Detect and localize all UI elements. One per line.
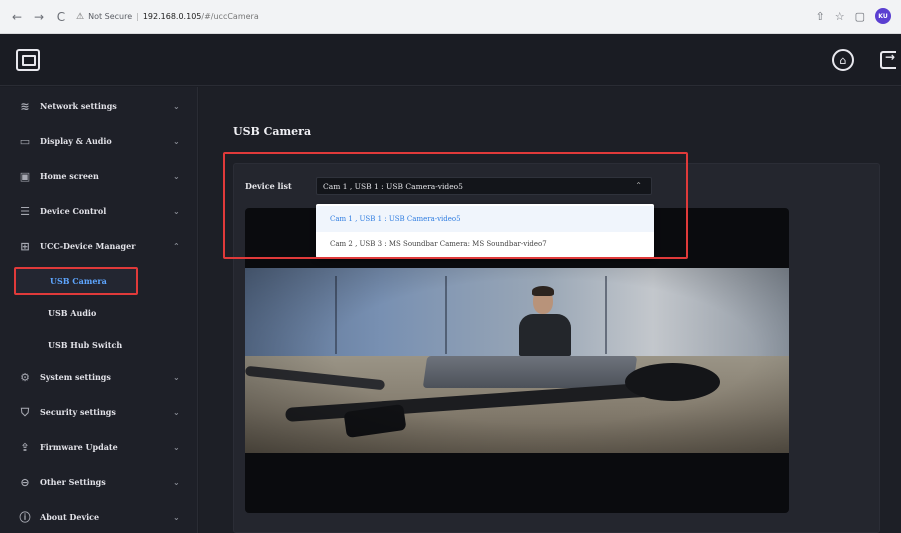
home-screen-icon: ▣ bbox=[19, 169, 31, 183]
sliders-icon: ☰ bbox=[20, 204, 30, 218]
sidebar-item-display-audio[interactable]: ▭ Display & Audio ⌄ bbox=[0, 124, 198, 158]
sidebar-item-firmware-update[interactable]: ⇪ Firmware Update ⌄ bbox=[0, 430, 198, 464]
sidebar-item-ucc-device-manager[interactable]: ⊞ UCC-Device Manager ⌃ bbox=[0, 229, 198, 263]
sidebar-item-system-settings[interactable]: ⚙ System settings ⌄ bbox=[0, 360, 198, 394]
camera-preview-image bbox=[245, 268, 789, 453]
shield-icon: ⛉ bbox=[20, 405, 30, 419]
sidebar-subitem-usb-audio[interactable]: USB Audio bbox=[14, 299, 138, 327]
warning-icon: ⚠ bbox=[76, 11, 85, 22]
gear-icon: ⚙ bbox=[20, 370, 30, 384]
sidebar-item-label: System settings bbox=[40, 372, 111, 382]
app-header: ⌂ bbox=[0, 34, 901, 86]
address-path: /#/uccCamera bbox=[201, 12, 259, 21]
chevron-down-icon: ⌄ bbox=[173, 206, 180, 216]
chevron-down-icon: ⌄ bbox=[173, 407, 180, 417]
chevron-down-icon: ⌄ bbox=[173, 171, 180, 181]
chevron-down-icon: ⌄ bbox=[173, 136, 180, 146]
sidebar: ≋ Network settings ⌄ ▭ Display & Audio ⌄… bbox=[0, 87, 198, 533]
sidebar-item-label: UCC-Device Manager bbox=[40, 241, 136, 251]
sidebar-item-label: Device Control bbox=[40, 206, 107, 216]
monitor-icon: ▭ bbox=[19, 134, 31, 148]
profile-avatar[interactable]: KU bbox=[875, 8, 891, 24]
logout-icon[interactable] bbox=[880, 50, 896, 69]
chevron-down-icon: ⌄ bbox=[173, 512, 180, 522]
address-host: 192.168.0.105 bbox=[142, 12, 202, 21]
address-separator: | bbox=[136, 12, 139, 21]
app-logo-icon bbox=[16, 49, 40, 71]
star-icon[interactable]: ☆ bbox=[835, 10, 845, 23]
sidebar-item-label: Display & Audio bbox=[40, 136, 112, 146]
sidebar-item-other-settings[interactable]: ⊖ Other Settings ⌄ bbox=[0, 465, 198, 499]
share-icon[interactable]: ⇧ bbox=[816, 10, 825, 23]
reload-icon[interactable]: C bbox=[54, 10, 68, 24]
sidebar-item-device-control[interactable]: ☰ Device Control ⌄ bbox=[0, 194, 198, 228]
chevron-down-icon: ⌄ bbox=[173, 442, 180, 452]
page-title: USB Camera bbox=[233, 125, 312, 138]
back-icon[interactable]: ← bbox=[10, 10, 24, 24]
chevron-up-icon: ⌃ bbox=[173, 241, 180, 251]
browser-nav: ← → C bbox=[0, 10, 68, 24]
device-manager-icon: ⊞ bbox=[20, 239, 30, 253]
upload-icon: ⇪ bbox=[20, 440, 30, 454]
sidebar-subitem-usb-camera[interactable]: USB Camera bbox=[14, 267, 138, 295]
sidebar-item-network-settings[interactable]: ≋ Network settings ⌄ bbox=[0, 89, 198, 123]
sidebar-item-label: Other Settings bbox=[40, 477, 106, 487]
more-icon: ⊖ bbox=[20, 475, 30, 489]
sidebar-item-about-device[interactable]: ⓘ About Device ⌄ bbox=[0, 500, 198, 533]
sidebar-item-security-settings[interactable]: ⛉ Security settings ⌄ bbox=[0, 395, 198, 429]
sidebar-item-label: Firmware Update bbox=[40, 442, 118, 452]
chevron-down-icon: ⌄ bbox=[173, 372, 180, 382]
forward-icon[interactable]: → bbox=[32, 10, 46, 24]
browser-actions: ⇧ ☆ ▢ KU bbox=[816, 8, 891, 24]
home-icon[interactable]: ⌂ bbox=[832, 49, 854, 71]
sidebar-item-label: Security settings bbox=[40, 407, 116, 417]
sidebar-item-label: Home screen bbox=[40, 171, 99, 181]
chevron-down-icon: ⌄ bbox=[173, 477, 180, 487]
main-content: USB Camera Device list Cam 1 , USB 1 : U… bbox=[199, 87, 901, 533]
sidebar-item-label: About Device bbox=[40, 512, 100, 522]
chevron-down-icon: ⌄ bbox=[173, 101, 180, 111]
window-icon[interactable]: ▢ bbox=[855, 10, 865, 23]
browser-toolbar: ← → C ⚠ Not Secure | 192.168.0.105 /#/uc… bbox=[0, 0, 901, 34]
address-bar[interactable]: ⚠ Not Secure | 192.168.0.105 /#/uccCamer… bbox=[76, 6, 259, 28]
sidebar-item-label: Network settings bbox=[40, 101, 117, 111]
highlight-box bbox=[223, 152, 688, 259]
info-icon: ⓘ bbox=[19, 510, 31, 524]
wifi-icon: ≋ bbox=[20, 99, 30, 113]
sidebar-subitem-usb-hub-switch[interactable]: USB Hub Switch bbox=[14, 331, 138, 359]
security-label: Not Secure bbox=[88, 12, 133, 21]
sidebar-item-home-screen[interactable]: ▣ Home screen ⌄ bbox=[0, 159, 198, 193]
